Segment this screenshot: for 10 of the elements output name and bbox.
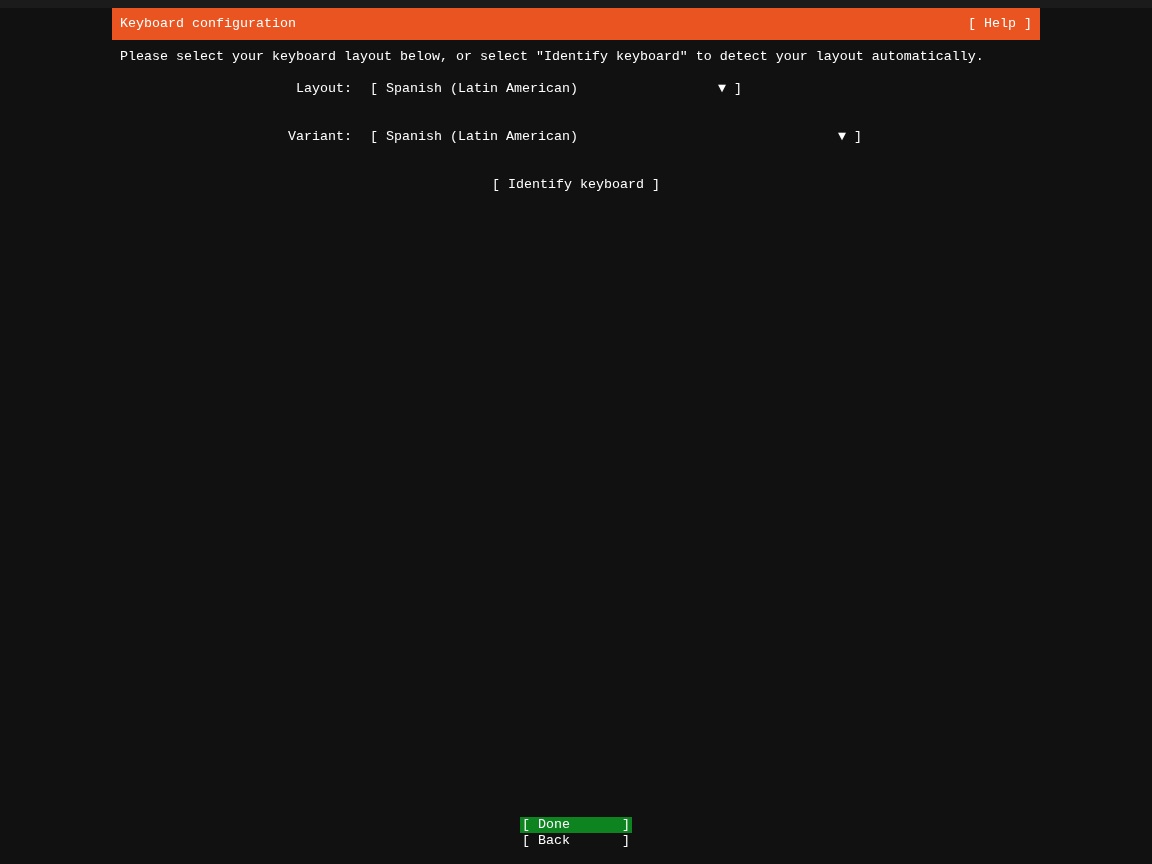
screen-title: Keyboard configuration (120, 16, 296, 32)
identify-keyboard-button[interactable]: [ Identify keyboard ] (492, 177, 660, 193)
dropdown[interactable]: [ Spanish (Latin American) ▼ ] (370, 129, 862, 145)
instruction-text: Please select your keyboard layout below, or select "Identify keyboard" to detect your layout automatically. (120, 49, 985, 65)
nav-button[interactable]: [ Back ] (520, 833, 632, 849)
nav-button[interactable]: [ Done ] (520, 817, 632, 833)
field-label: Layout: (295, 81, 352, 97)
dropdown[interactable]: [ Spanish (Latin American) ▼ ] (370, 81, 742, 97)
help-button[interactable]: [ Help ] (968, 16, 1032, 32)
field-label: Variant: (287, 129, 352, 145)
